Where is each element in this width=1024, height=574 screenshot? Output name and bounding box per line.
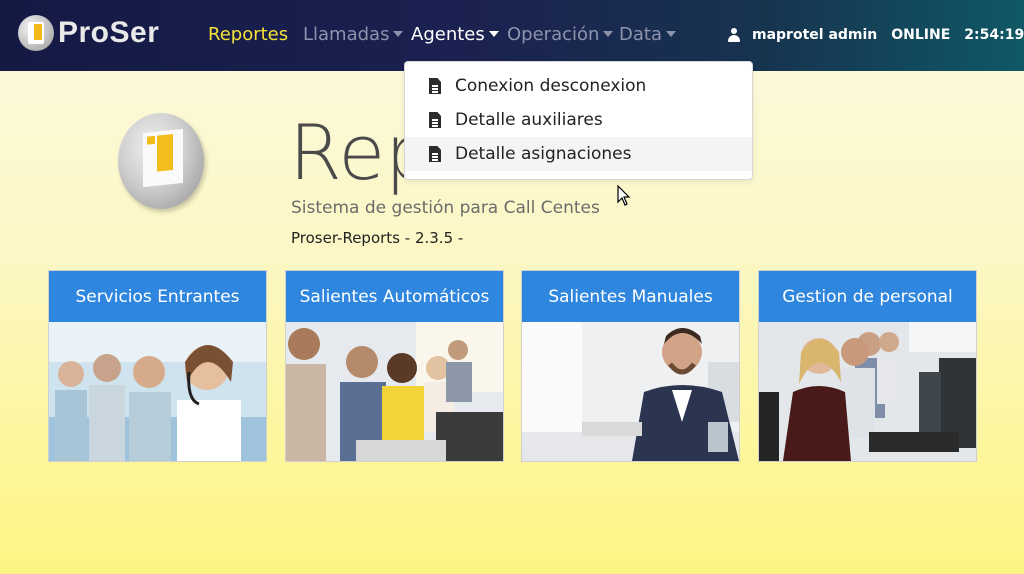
card-title[interactable]: Gestion de personal [759,271,976,322]
nav-agentes-label: Agentes [411,24,485,45]
nav-llamadas-label: Llamadas [303,24,390,45]
chevron-down-icon [665,31,676,37]
menu-item-detalle-asignaciones[interactable]: Detalle asignaciones [405,137,752,171]
chevron-down-icon [603,31,614,37]
brand[interactable]: ProSer [18,15,159,51]
card-gestion-de-personal[interactable]: Gestion de personal [758,270,977,462]
nav-operacion-label: Operación [507,24,600,45]
user-icon [728,28,740,42]
menu-item-label: Conexion desconexion [455,76,647,96]
card-salientes-automaticos[interactable]: Salientes Automáticos [285,270,504,462]
page-subtitle: Sistema de gestión para Call Centes [291,198,600,218]
call-center-photo[interactable] [49,322,266,461]
user-name[interactable]: maprotel admin [752,27,877,43]
version-text: Proser-Reports - 2.3.5 - [291,229,464,247]
proser-hero-logo-icon [118,113,204,209]
page-title: Rep [289,108,404,197]
call-center-photo[interactable] [286,322,503,461]
card-title[interactable]: Salientes Automáticos [286,271,503,322]
document-icon [429,78,441,94]
nav-data-label: Data [619,24,662,45]
proser-logo-icon [18,15,54,51]
card-servicios-entrantes[interactable]: Servicios Entrantes [48,270,267,462]
call-center-photo[interactable] [759,322,976,461]
user-status: ONLINE [891,27,951,43]
agentes-dropdown-menu: Conexion desconexion Detalle auxiliares … [404,61,753,180]
card-title[interactable]: Servicios Entrantes [49,271,266,322]
menu-item-label: Detalle asignaciones [455,144,632,164]
card-salientes-manuales[interactable]: Salientes Manuales [521,270,740,462]
menu-item-conexion-desconexion[interactable]: Conexion desconexion [405,69,752,103]
user-area: maprotel admin ONLINE 2:54:19 pm [728,27,1024,43]
nav-agentes[interactable]: Agentes [411,24,499,45]
menu-item-detalle-auxiliares[interactable]: Detalle auxiliares [405,103,752,137]
nav-operacion[interactable]: Operación [507,24,614,45]
card-title[interactable]: Salientes Manuales [522,271,739,322]
menu-item-label: Detalle auxiliares [455,110,603,130]
nav-reportes[interactable]: Reportes [208,24,288,45]
chevron-down-icon [393,31,404,37]
clock: 2:54:19 pm [964,27,1024,43]
nav-data[interactable]: Data [619,24,676,45]
call-center-photo[interactable] [522,322,739,461]
chevron-down-icon [488,31,499,37]
mouse-cursor-icon [617,185,631,206]
brand-name: ProSer [58,16,160,49]
nav-llamadas[interactable]: Llamadas [303,24,404,45]
document-icon [429,146,441,162]
document-icon [429,112,441,128]
nav-reportes-label: Reportes [208,24,289,45]
